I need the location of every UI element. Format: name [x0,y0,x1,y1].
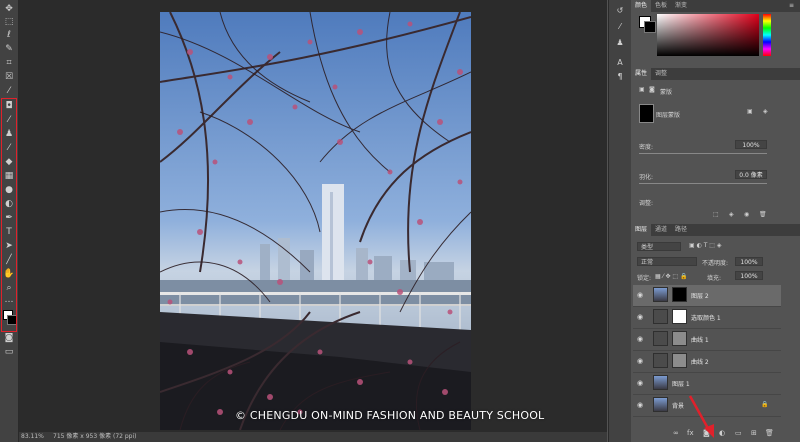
layer-name: 背景 [672,403,685,410]
zoom-level[interactable]: 83.11% [21,432,44,442]
crop-tool-icon[interactable]: ⌗ [2,58,16,68]
select-mask-icon[interactable]: ▣ [747,108,753,115]
layer-thumbnail [653,287,668,302]
vector-mask-icon[interactable]: ◈ [763,108,768,115]
paragraph-panel-icon[interactable]: ¶ [614,72,626,82]
layer-thumbnail [653,375,668,390]
mask-thumbnail [639,104,654,123]
tab-color[interactable]: 颜色 [631,0,652,12]
eye-icon[interactable]: ◉ [637,401,643,409]
marquee-tool-icon[interactable]: ⬚ [2,17,16,27]
mask-thumbnail-curves2[interactable] [672,353,687,368]
folder-icon[interactable]: ▭ [735,429,742,437]
layer-name: 曲线 2 [691,359,709,366]
eye-icon[interactable]: ◉ [637,291,643,299]
tab-gradients[interactable]: 渐变 [671,0,691,12]
blend-mode-value: 正常 [641,259,654,266]
frame-tool-icon[interactable]: ☒ [2,72,16,82]
move-tool-icon[interactable]: ✥ [2,4,16,14]
layer-thumbnail [653,397,668,412]
tab-channels[interactable]: 通道 [651,224,671,236]
quick-select-tool-icon[interactable]: ✎ [2,44,16,54]
lasso-tool-icon[interactable]: ℓ [2,30,16,40]
screen-mode-icon[interactable]: ▭ [2,347,16,357]
adjustment-thumbnail [653,331,668,346]
link-icon[interactable]: ∞ [673,429,679,437]
panel-menu-icon[interactable]: ≡ [789,2,794,9]
hue-slider[interactable] [763,14,771,56]
clone-source-icon[interactable]: ♟ [614,38,626,48]
feather-slider[interactable] [639,183,767,184]
fill-label: 填充: [707,275,722,282]
mask-section-label: 蒙版 [660,89,673,96]
new-layer-icon[interactable]: ⊞ [751,429,757,437]
opacity-field[interactable]: 100% [735,257,763,266]
opacity-label: 不透明度: [702,260,729,267]
brush-panel-icon[interactable]: ⁄ [614,22,626,32]
mask-type-icon[interactable]: ◙ [649,86,655,93]
tab-properties[interactable]: 属性 [631,68,652,80]
adjustment-thumbnail [653,309,668,324]
layer-row-curves2[interactable]: ◉ 曲线 2 [633,351,781,373]
history-panel-icon[interactable]: ↺ [614,6,626,16]
document-info: 715 像素 x 953 像素 (72 ppi) [53,433,137,440]
eye-icon[interactable]: ◉ [637,313,643,321]
layer-filter-value: 类型 [641,244,654,251]
mask-thumbnail-curves1[interactable] [672,331,687,346]
tab-paths[interactable]: 路径 [671,224,691,236]
layer-name: 图层 1 [672,381,690,388]
quick-mask-icon[interactable]: ◙ [2,333,16,343]
layer-row-layer2[interactable]: ◉ 图层 2 [633,285,781,307]
density-slider[interactable] [639,153,767,154]
mask-visibility-icon[interactable]: ◉ [744,211,749,218]
tab-swatches[interactable]: 色板 [651,0,671,12]
tools-toolbar: ✥ ⬚ ℓ ✎ ⌗ ☒ ⁄ ◘ ⁄ ♟ ⁄ ◆ ▦ ● ◐ ✒ T ➤ ╱ ✋ … [0,0,19,442]
layer-mask-label: 图层蒙版 [656,112,681,119]
right-panels: 颜色 色板 渐变 ≡ 属性 调整 ▣ ◙ 蒙版 图层蒙版 ▣ ◈ 密度: 100% 羽… [631,0,800,442]
density-label: 密度: [639,144,654,151]
fill-field[interactable]: 100% [735,271,763,280]
bg-color-chip[interactable] [644,21,656,33]
layers-panel-tabs: 图层 通道 路径 [631,224,800,236]
load-selection-icon[interactable]: ⬚ [713,211,719,218]
eyedropper-tool-icon[interactable]: ⁄ [2,86,16,96]
character-panel-icon[interactable]: A [614,58,626,68]
annotation-arrow-icon [688,395,714,438]
mask-thumbnail-layer2[interactable] [672,287,687,302]
properties-panel-tabs: 属性 调整 [631,68,800,80]
status-bar: 83.11% 715 像素 x 953 像素 (72 ppi) [19,432,607,442]
color-picker-field[interactable] [657,14,759,56]
collapsed-panels-bar: ↺ ⁄ ♟ A ¶ [608,0,632,442]
color-panel-tabs: 颜色 色板 渐变 [631,0,800,12]
tab-layers[interactable]: 图层 [631,224,652,236]
blend-mode-select[interactable]: 正常 [637,257,697,266]
mask-thumbnail-selective[interactable] [672,309,687,324]
tools-highlight-box [1,98,17,332]
feather-field[interactable]: 0.0 像素 [735,170,767,179]
layer-name: 图层 2 [691,293,709,300]
lock-icon: 🔒 [761,401,769,408]
lock-icons[interactable]: ▦ ⁄ ✥ ⬚ 🔒 [655,273,687,280]
eye-icon[interactable]: ◉ [637,335,643,343]
layer-row-selective-color[interactable]: ◉ 选取颜色 1 [633,307,781,329]
density-field[interactable]: 100% [735,140,767,149]
lock-label: 锁定: [637,275,652,282]
layer-name: 选取颜色 1 [691,315,721,322]
adjustment-thumbnail [653,353,668,368]
eye-icon[interactable]: ◉ [637,379,643,387]
tab-adjustments[interactable]: 调整 [651,68,671,80]
adjust-label: 调整: [639,200,654,207]
trash-icon[interactable]: 🗑 [765,429,774,437]
filter-icons[interactable]: ▣ ◐ T ⬚ ◈ [689,242,721,249]
pixel-mask-icon[interactable]: ▣ [639,86,645,93]
layer-row-curves1[interactable]: ◉ 曲线 1 [633,329,781,351]
feather-label: 羽化: [639,174,654,181]
layer-name: 曲线 1 [691,337,709,344]
eye-icon[interactable]: ◉ [637,357,643,365]
layer-filter-select[interactable]: 类型 [637,242,681,251]
watermark-text: © CHENGDU ON-MIND FASHION AND BEAUTY SCH… [235,409,545,422]
document-photo[interactable] [160,12,471,430]
delete-mask-icon[interactable]: 🗑 [759,211,767,218]
apply-mask-icon[interactable]: ◈ [729,211,734,218]
